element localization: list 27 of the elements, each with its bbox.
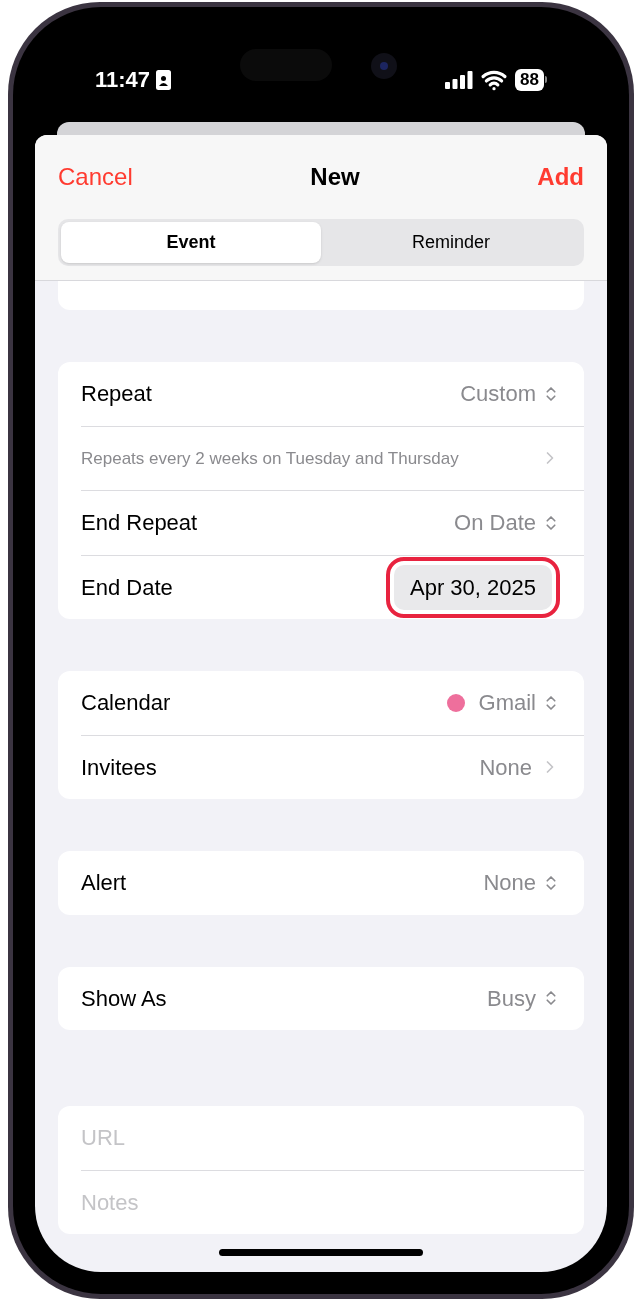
value-selector[interactable]: None	[483, 866, 560, 900]
camera-lens	[371, 53, 397, 79]
value-selector[interactable]: Custom	[460, 377, 560, 411]
text-field[interactable]: Notes	[81, 1185, 560, 1219]
row-label: Invitees	[81, 753, 157, 782]
sheet-title: New	[310, 162, 360, 192]
cancel-button[interactable]: Cancel	[58, 159, 133, 195]
id-card-icon	[156, 69, 172, 90]
segment-tab[interactable]: Event	[61, 222, 321, 263]
value-link[interactable]: None	[479, 750, 560, 784]
value-selector[interactable]: On Date	[454, 506, 560, 540]
row-label: Show As	[81, 984, 167, 1013]
row-label: Alert	[81, 869, 127, 898]
battery-icon: 88	[515, 68, 547, 91]
row-label: Calendar	[81, 689, 171, 718]
status-time: 11:47	[95, 66, 151, 94]
row-label: End Date	[81, 573, 173, 602]
value-selector[interactable]: Busy	[487, 981, 560, 1015]
date-button[interactable]: Apr 30, 2025	[394, 564, 552, 610]
add-button[interactable]: Add	[537, 159, 584, 195]
row-label: Repeat	[81, 380, 152, 409]
segment-tab[interactable]: Reminder	[321, 222, 581, 263]
text-field[interactable]: URL	[81, 1121, 560, 1155]
row-label: End Repeat	[81, 509, 198, 538]
repeat-summary-row[interactable]: Repeats every 2 weeks on Tuesday and Thursday	[58, 426, 584, 490]
value-selector[interactable]: Gmail	[446, 686, 560, 720]
signal-icon	[445, 70, 474, 89]
